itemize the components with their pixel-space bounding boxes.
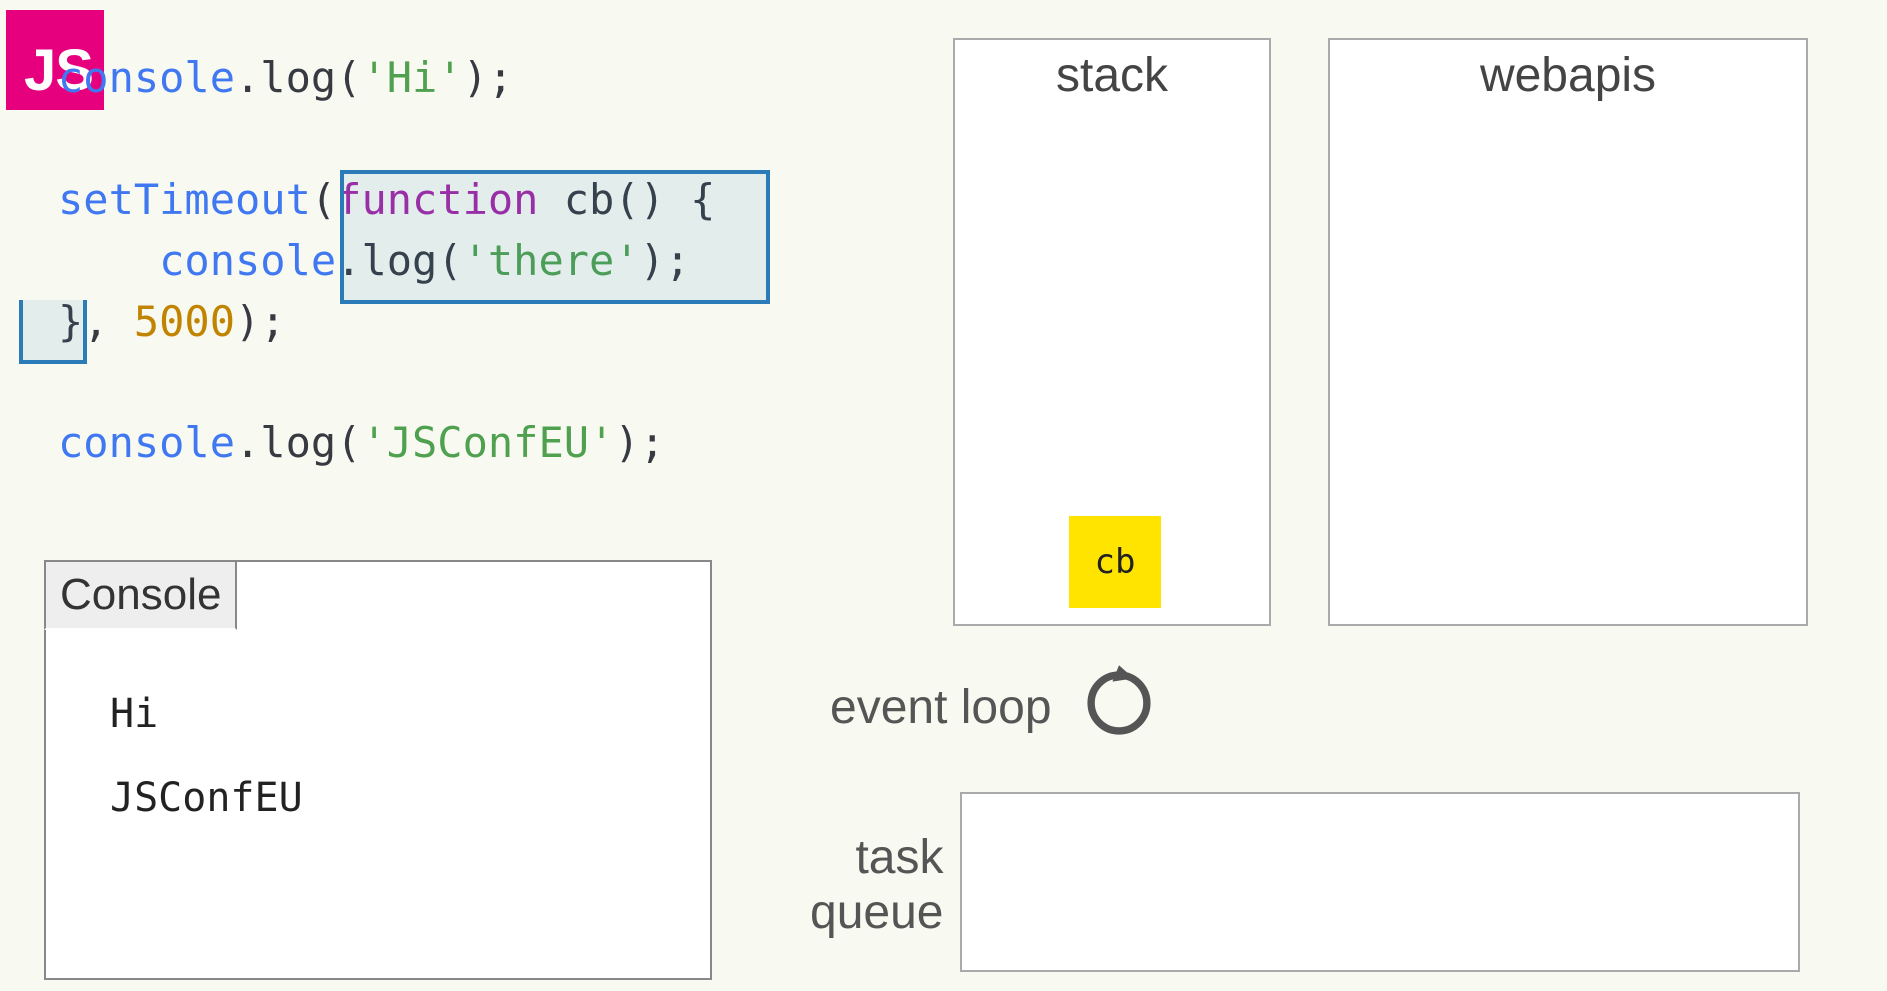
console-line: Hi (110, 672, 303, 756)
code-token: 'JSConfEU' (361, 418, 614, 467)
task-queue-label-line2: queue (810, 885, 943, 940)
stack-panel: stack cb (953, 38, 1271, 626)
code-token: setTimeout (58, 175, 311, 224)
code-token: 5000 (134, 297, 235, 346)
task-queue-panel (960, 792, 1800, 972)
code-token: ( (311, 175, 336, 224)
code-token: .log( (235, 418, 361, 467)
code-token: .log( (235, 53, 361, 102)
event-loop-icon (1078, 662, 1160, 744)
code-token: console (58, 236, 336, 285)
task-queue-label: task queue (810, 830, 943, 940)
console-line: JSConfEU (110, 756, 303, 840)
code-token: console (58, 418, 235, 467)
console-tab-label: Console (44, 560, 237, 630)
code-token: 'Hi' (361, 53, 462, 102)
code-token: ); (463, 53, 514, 102)
code-highlight-callback (340, 170, 770, 304)
webapis-panel: webapis (1328, 38, 1808, 626)
console-output: Hi JSConfEU (110, 672, 303, 840)
stack-title: stack (955, 40, 1269, 103)
console-panel: Console Hi JSConfEU (44, 560, 712, 980)
code-token: ); (614, 418, 665, 467)
code-highlight-callback-tail (19, 300, 87, 364)
stack-frame-cb: cb (1069, 516, 1161, 608)
stack-frame-label: cb (1095, 542, 1136, 582)
code-token: console (58, 53, 235, 102)
code-token: ); (235, 297, 286, 346)
event-loop-label: event loop (830, 680, 1052, 735)
webapis-title: webapis (1330, 40, 1806, 103)
task-queue-label-line1: task (810, 830, 943, 885)
